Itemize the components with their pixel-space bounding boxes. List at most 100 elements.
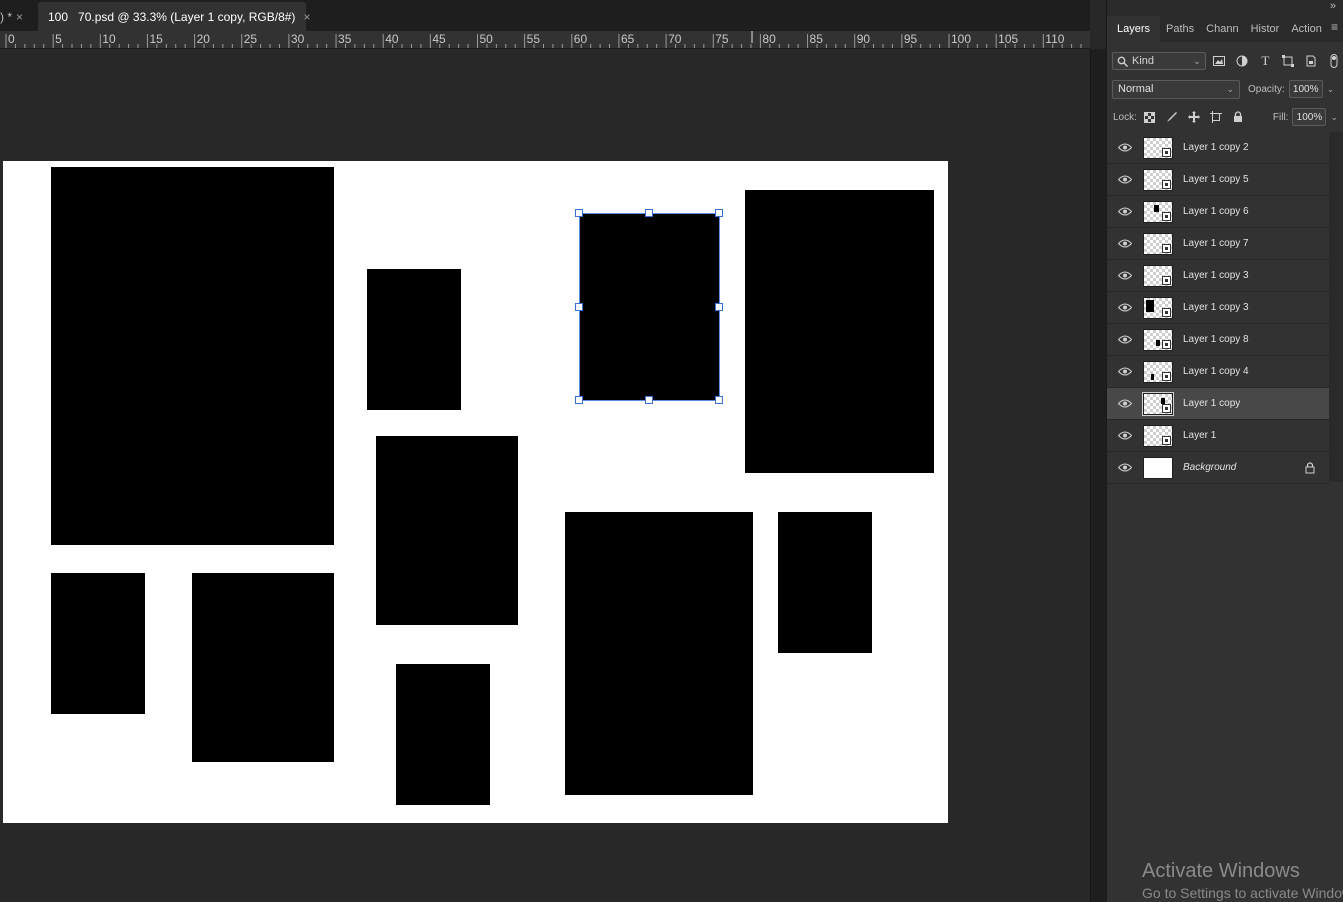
filter-toggle-icon[interactable]: [1325, 53, 1343, 69]
ruler-label: 5: [55, 32, 62, 46]
layer-thumbnail[interactable]: [1143, 136, 1173, 159]
ruler-label: 10: [102, 32, 116, 46]
layer-name: Layer 1 copy 6: [1183, 206, 1249, 217]
ruler-label: 15: [149, 32, 163, 46]
layer-row[interactable]: Layer 1 copy 6: [1107, 196, 1329, 228]
tab-history[interactable]: Histor: [1245, 16, 1286, 42]
filter-adjustment-icon[interactable]: [1233, 53, 1252, 69]
transform-handle-left[interactable]: [575, 303, 583, 311]
smart-object-badge-icon: [1162, 339, 1171, 349]
black-rectangle-6[interactable]: [778, 512, 872, 653]
transform-handle-top-right[interactable]: [715, 209, 723, 217]
eye-icon[interactable]: [1117, 239, 1133, 249]
panel-menu-icon[interactable]: ≡: [1331, 20, 1338, 34]
transform-handle-bottom[interactable]: [645, 396, 653, 404]
layer-thumbnail[interactable]: [1143, 232, 1173, 255]
tab-actions[interactable]: Action: [1285, 16, 1328, 42]
transform-handle-bottom-left[interactable]: [575, 396, 583, 404]
lock-transparent-pixels-icon[interactable]: [1141, 109, 1159, 125]
black-rectangle-5[interactable]: [565, 512, 753, 795]
eye-icon[interactable]: [1117, 175, 1133, 185]
layer-row[interactable]: Background: [1107, 452, 1329, 484]
chevron-down-icon[interactable]: ⌄: [1330, 112, 1338, 123]
fill-field[interactable]: 100%: [1292, 108, 1327, 126]
layer-thumbnail[interactable]: [1143, 456, 1173, 479]
transform-handle-bottom-right[interactable]: [715, 396, 723, 404]
eye-icon[interactable]: [1117, 463, 1133, 473]
close-icon[interactable]: ×: [303, 10, 310, 24]
watermark-subtitle: Go to Settings to activate Windows.: [1142, 885, 1343, 901]
layer-row[interactable]: Layer 1 copy 8: [1107, 324, 1329, 356]
collapse-panels-icon[interactable]: »: [1330, 0, 1336, 12]
layer-thumbnail[interactable]: [1142, 391, 1174, 416]
filter-smart-object-icon[interactable]: [1302, 53, 1321, 69]
document-tab-previous[interactable]: ) * ×: [0, 2, 36, 31]
document-tab-active[interactable]: 100 70.psd @ 33.3% (Layer 1 copy, RGB/8#…: [38, 2, 310, 31]
lock-image-pixels-icon[interactable]: [1163, 109, 1181, 125]
layer-thumbnail[interactable]: [1143, 328, 1173, 351]
lock-position-icon[interactable]: [1185, 109, 1203, 125]
layer-thumbnail[interactable]: [1143, 360, 1173, 383]
layer-row[interactable]: Layer 1 copy 5: [1107, 164, 1329, 196]
tab-layers[interactable]: Layers: [1107, 16, 1161, 42]
eye-icon[interactable]: [1117, 207, 1133, 217]
layer-name: Layer 1 copy 5: [1183, 174, 1249, 185]
lock-artboard-icon[interactable]: [1207, 109, 1225, 125]
lock-all-icon[interactable]: [1229, 109, 1247, 125]
opacity-label: Opacity:: [1248, 83, 1285, 95]
document-tab-title: 100 70.psd @ 33.3% (Layer 1 copy, RGB/8#…: [48, 9, 296, 24]
smart-object-badge-icon: [1162, 435, 1171, 445]
layers-list-scrollbar[interactable]: [1329, 132, 1343, 482]
close-icon[interactable]: ×: [16, 10, 23, 24]
black-rectangle-8[interactable]: [192, 573, 334, 762]
canvas-workspace[interactable]: [0, 49, 1090, 902]
eye-icon[interactable]: [1117, 335, 1133, 345]
layer-thumbnail[interactable]: [1143, 296, 1173, 319]
black-rectangle-7[interactable]: [51, 573, 145, 714]
layer-row[interactable]: Layer 1 copy 2: [1107, 132, 1329, 164]
eye-icon[interactable]: [1117, 271, 1133, 281]
layer-name: Layer 1 copy 3: [1183, 270, 1249, 281]
transform-handle-top[interactable]: [645, 209, 653, 217]
ruler-label: 30: [291, 32, 305, 46]
layer-thumbnail[interactable]: [1143, 200, 1173, 223]
layer-row[interactable]: Layer 1 copy 3: [1107, 260, 1329, 292]
document-canvas[interactable]: [3, 161, 948, 823]
black-rectangle-2[interactable]: [367, 269, 461, 410]
filter-shape-icon[interactable]: [1279, 53, 1298, 69]
filter-pixel-icon[interactable]: [1210, 53, 1229, 69]
eye-icon[interactable]: [1117, 303, 1133, 313]
transform-handle-top-left[interactable]: [575, 209, 583, 217]
layers-panel: » Layers Paths Chann Histor Action ≡ Kin…: [1106, 0, 1343, 902]
black-rectangle-4[interactable]: [376, 436, 518, 625]
layer-row[interactable]: Layer 1: [1107, 420, 1329, 452]
filter-type-icon[interactable]: T: [1256, 53, 1275, 69]
eye-icon[interactable]: [1117, 143, 1133, 153]
layer-row[interactable]: Layer 1 copy 3: [1107, 292, 1329, 324]
smart-object-badge-icon: [1162, 275, 1171, 285]
transform-handle-right[interactable]: [715, 303, 723, 311]
layer-row[interactable]: Layer 1 copy 4: [1107, 356, 1329, 388]
filter-kind-select[interactable]: Kind ⌄: [1112, 52, 1206, 70]
transform-selection-box[interactable]: [579, 213, 720, 401]
layer-row[interactable]: Layer 1 copy: [1107, 388, 1329, 420]
layer-thumbnail[interactable]: [1143, 424, 1173, 447]
tab-paths[interactable]: Paths: [1160, 16, 1200, 42]
chevron-down-icon[interactable]: ⌄: [1327, 84, 1335, 95]
black-rectangle-1[interactable]: [51, 167, 334, 545]
eye-icon[interactable]: [1117, 367, 1133, 377]
blend-mode-select[interactable]: Normal ⌄: [1112, 79, 1240, 99]
search-icon: [1117, 56, 1128, 67]
eye-icon[interactable]: [1117, 431, 1133, 441]
tab-channels[interactable]: Chann: [1200, 16, 1244, 42]
black-rectangle-3[interactable]: [745, 190, 934, 473]
horizontal-ruler[interactable]: 0 5 10 15 20 25 30 35 40 45 50 55 60 65 70 75 80 85 90 95 10…: [0, 31, 1090, 49]
vertical-scrollbar[interactable]: [1090, 49, 1106, 902]
layer-thumbnail[interactable]: [1143, 168, 1173, 191]
layer-row[interactable]: Layer 1 copy 7: [1107, 228, 1329, 260]
eye-icon[interactable]: [1117, 399, 1133, 409]
layer-thumbnail[interactable]: [1143, 264, 1173, 287]
black-rectangle-9[interactable]: [396, 664, 490, 805]
layer-name: Layer 1 copy: [1183, 398, 1241, 409]
opacity-field[interactable]: 100%: [1288, 80, 1323, 98]
